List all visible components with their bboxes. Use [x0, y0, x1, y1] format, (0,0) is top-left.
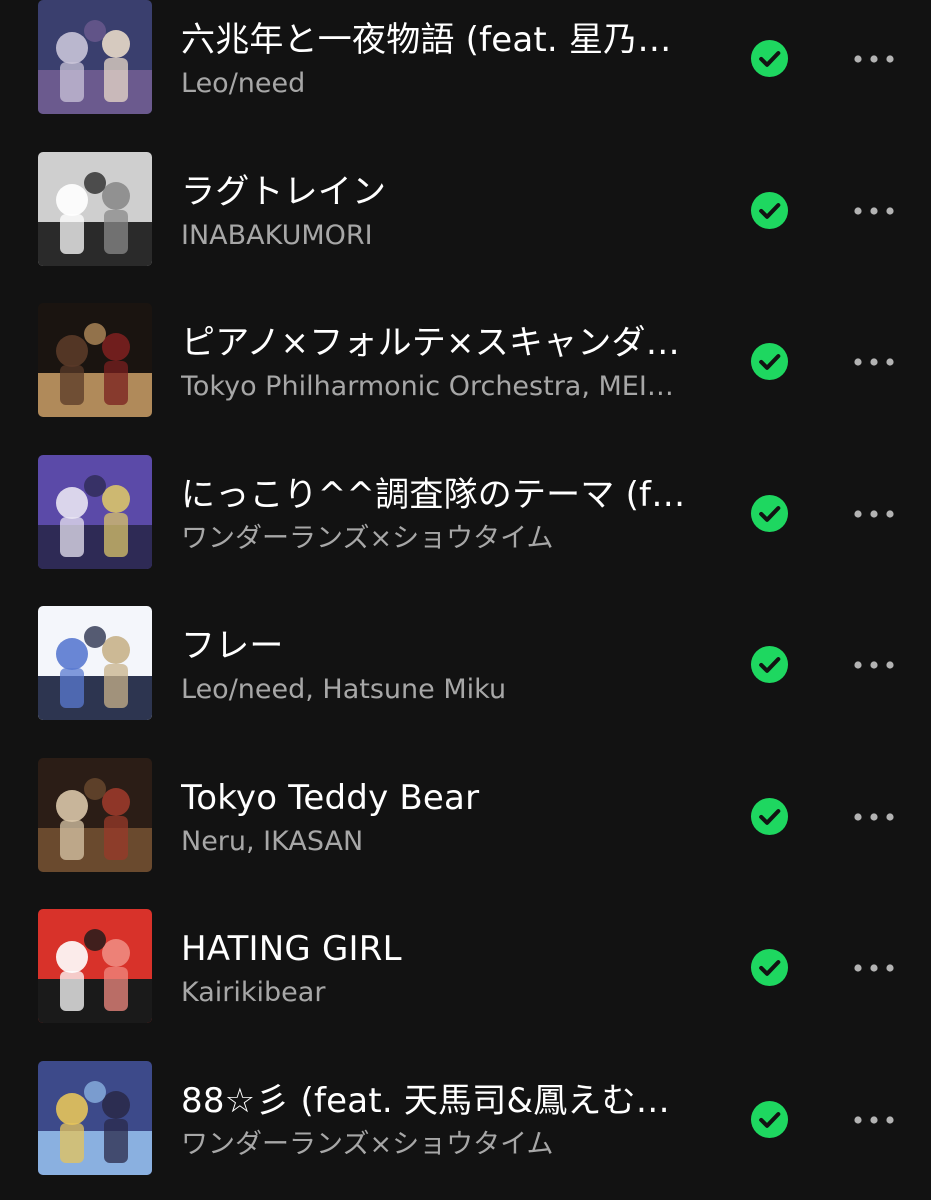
track-title: ピアノ×フォルテ×スキャンダ…: [181, 323, 680, 363]
track-row[interactable]: Tokyo Teddy Bear Neru, IKASAN: [0, 740, 931, 892]
track-list: 六兆年と一夜物語 (feat. 星乃… Leo/need ラグトレイン INABAKU…: [0, 0, 931, 1194]
album-art-image: [38, 454, 152, 569]
track-row[interactable]: フレー Leo/need, Hatsune Miku: [0, 588, 931, 740]
album-art: [38, 909, 152, 1023]
album-art-image: [38, 757, 152, 872]
track-artist: Leo/need: [181, 68, 306, 99]
album-art-image: [38, 151, 152, 266]
album-art-image: [38, 1060, 152, 1175]
more-options-icon[interactable]: [846, 345, 902, 379]
album-art: [38, 0, 152, 114]
track-title: HATING GIRL: [181, 929, 402, 969]
track-artist: Neru, IKASAN: [181, 825, 364, 857]
album-art: [38, 303, 152, 417]
track-title: 88☆彡 (feat. 天馬司&鳳えむ…: [181, 1080, 670, 1121]
more-options-icon[interactable]: [846, 194, 902, 228]
check-circle-icon: [750, 39, 789, 78]
album-art: [38, 757, 152, 872]
album-art: [38, 151, 152, 266]
album-art-image: [38, 0, 152, 114]
track-title: フレー: [181, 626, 284, 666]
album-art-image: [38, 606, 152, 720]
album-art: [38, 606, 152, 720]
check-circle-icon: [750, 494, 789, 533]
more-options-icon[interactable]: [846, 1103, 902, 1137]
album-art-image: [38, 303, 152, 417]
check-circle-icon: [750, 948, 789, 987]
more-options-icon[interactable]: [846, 951, 902, 985]
more-options-icon[interactable]: [846, 800, 902, 834]
track-row[interactable]: 六兆年と一夜物語 (feat. 星乃… Leo/need: [0, 0, 931, 134]
track-row[interactable]: 88☆彡 (feat. 天馬司&鳳えむ… ワンダーランズ×ショウタイム: [0, 1043, 931, 1195]
track-row[interactable]: ラグトレイン INABAKUMORI: [0, 134, 931, 286]
track-title: 六兆年と一夜物語 (feat. 星乃…: [181, 20, 672, 60]
track-artist: Kairikibear: [181, 977, 326, 1008]
more-options-icon[interactable]: [846, 648, 902, 682]
check-circle-icon: [750, 342, 789, 381]
track-artist: Tokyo Philharmonic Orchestra, MEI…: [181, 371, 674, 402]
more-options-icon[interactable]: [846, 42, 902, 76]
track-title: Tokyo Teddy Bear: [181, 777, 480, 818]
check-circle-icon: [750, 645, 789, 684]
check-circle-icon: [750, 797, 789, 836]
check-circle-icon: [750, 191, 789, 230]
track-title: にっこり^^調査隊のテーマ (f…: [181, 474, 686, 515]
check-circle-icon: [750, 1100, 789, 1139]
track-row[interactable]: にっこり^^調査隊のテーマ (f… ワンダーランズ×ショウタイム: [0, 437, 931, 589]
track-artist: INABAKUMORI: [181, 219, 373, 251]
track-title: ラグトレイン: [181, 171, 387, 212]
track-artist: ワンダーランズ×ショウタイム: [181, 1128, 554, 1160]
track-artist: ワンダーランズ×ショウタイム: [181, 522, 554, 554]
track-row[interactable]: ピアノ×フォルテ×スキャンダ… Tokyo Philharmonic Orches…: [0, 285, 931, 437]
album-art: [38, 1060, 152, 1175]
album-art-image: [38, 909, 152, 1023]
track-artist: Leo/need, Hatsune Miku: [181, 674, 507, 705]
album-art: [38, 454, 152, 569]
track-row[interactable]: HATING GIRL Kairikibear: [0, 891, 931, 1043]
more-options-icon[interactable]: [846, 497, 902, 531]
